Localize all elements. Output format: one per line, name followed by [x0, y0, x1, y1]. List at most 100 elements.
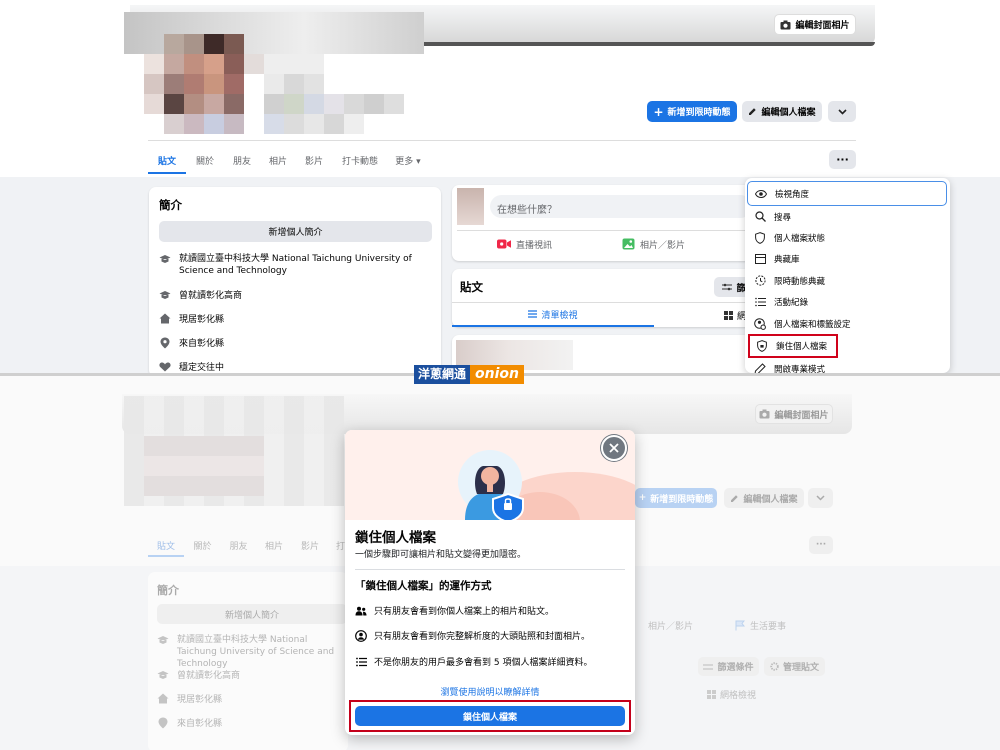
- menu-item-search[interactable]: 搜尋: [745, 206, 950, 227]
- bottom-intro-title: 簡介: [157, 584, 179, 597]
- grid-icon: [724, 311, 733, 320]
- plus-icon: +: [653, 104, 664, 119]
- bottom-dropdown-button[interactable]: [808, 488, 833, 508]
- bottom-more-button[interactable]: ···: [809, 536, 833, 554]
- bottom-intro-school-text: 曾就讀彰化高商: [177, 671, 241, 681]
- watermark-cn: 洋蔥網通: [414, 365, 471, 384]
- dialog-close-button[interactable]: [601, 435, 627, 461]
- dialog-point-details-text: 不是你朋友的用戶最多會看到 5 項個人檔案詳細資料。: [374, 658, 593, 668]
- list-view-tab[interactable]: 清單檢視: [452, 303, 654, 327]
- camera-icon: [759, 409, 770, 419]
- dialog-divider: [355, 569, 625, 570]
- bottom-intro-study: 就讀國立臺中科技大學 National Taichung University …: [157, 634, 347, 670]
- tab-more[interactable]: 更多 ▾: [388, 146, 428, 174]
- photo-icon: [622, 238, 635, 250]
- intro-item-relationship: 穩定交往中: [159, 360, 224, 373]
- bottom-tab-friends[interactable]: 朋友: [221, 531, 256, 557]
- sliders-icon: [703, 663, 714, 671]
- bottom-edit-cover-button[interactable]: 編輯封面相片: [755, 404, 833, 424]
- edit-cover-label: 編輯封面相片: [795, 21, 850, 31]
- menu-item-lock-profile[interactable]: 鎖住個人檔案: [748, 334, 838, 359]
- pencil-icon: [730, 494, 739, 503]
- profile-settings-icon: [754, 317, 766, 330]
- avatar: [124, 12, 424, 137]
- dialog-how-title: 「鎖住個人檔案」的運作方式: [355, 580, 492, 592]
- location-pin-icon: [157, 717, 169, 729]
- menu-label-profile-tag-settings: 個人檔案和標籤設定: [774, 319, 851, 330]
- menu-item-activity-log[interactable]: 活動紀錄: [745, 292, 950, 313]
- add-bio-button[interactable]: 新增個人簡介: [159, 221, 432, 242]
- bottom-intro-from-text: 來自彰化縣: [177, 719, 223, 729]
- menu-item-view-as[interactable]: 檢視角度: [747, 181, 947, 206]
- flag-icon: [735, 620, 745, 631]
- home-icon: [157, 693, 169, 705]
- composer-divider: [457, 230, 752, 231]
- composer-card: 在想些什麼？ 直播視訊 相片／影片: [452, 185, 752, 261]
- tab-friends[interactable]: 朋友: [224, 146, 260, 174]
- top-screenshot: 編輯封面相片 + 新增到限時動態 編輯個人檔案 貼文 關於 朋友 相片 影片 打…: [0, 0, 1000, 373]
- tab-checkins[interactable]: 打卡動態: [332, 146, 388, 174]
- bottom-tab-about[interactable]: 關於: [184, 531, 221, 557]
- bottom-tab-posts[interactable]: 貼文: [148, 531, 184, 557]
- help-center-link[interactable]: 瀏覽使用說明以瞭解詳情: [345, 685, 635, 698]
- bottom-grid-view[interactable]: 網格檢視: [707, 688, 756, 701]
- heart-icon: [159, 361, 171, 373]
- close-icon: [609, 443, 619, 453]
- profile-tabs: 貼文 關於 朋友 相片 影片 打卡動態 更多 ▾: [148, 146, 428, 174]
- bottom-intro-lives: 現居彰化縣: [157, 692, 222, 705]
- dialog-point-photos: 只有朋友會看到你個人檔案上的相片和貼文。: [355, 604, 554, 617]
- live-video-icon: [497, 239, 511, 249]
- shield-lock-icon: [756, 340, 768, 353]
- posts-card: 貼文 篩 清單檢視 網: [452, 269, 754, 327]
- sliders-icon: [722, 283, 733, 291]
- edit-cover-button[interactable]: 編輯封面相片: [774, 14, 856, 35]
- intro-item-school: 曾就讀彰化高商: [159, 288, 242, 301]
- bottom-avatar-pixels: [144, 436, 264, 496]
- menu-item-profile-tag-settings[interactable]: 個人檔案和標籤設定: [745, 313, 950, 334]
- menu-item-archive[interactable]: 典藏庫: [745, 249, 950, 270]
- bottom-photo-video: 相片／影片: [648, 622, 694, 632]
- intro-item-lives: 現居彰化縣: [159, 312, 224, 325]
- header-divider: [148, 140, 856, 141]
- composer-input[interactable]: 在想些什麼？: [490, 195, 752, 218]
- menu-item-story-archive[interactable]: 限時動態典藏: [745, 270, 950, 291]
- pencil-icon: [748, 107, 757, 116]
- bottom-tab-videos[interactable]: 影片: [292, 531, 328, 557]
- dialog-point-resolution-text: 只有朋友會看到你完整解析度的大頭貼照和封面相片。: [374, 632, 591, 642]
- menu-item-professional-mode[interactable]: 開啟專業模式: [745, 358, 950, 373]
- bottom-manage-posts-button[interactable]: 管理貼文: [764, 657, 825, 676]
- bottom-tab-photos[interactable]: 相片: [256, 531, 292, 557]
- intro-card: 簡介 新增個人簡介 就讀國立臺中科技大學 National Taichung U…: [149, 187, 441, 373]
- chevron-down-icon: [816, 495, 825, 501]
- grid-icon: [707, 690, 716, 699]
- live-video-button[interactable]: 直播視訊: [497, 236, 552, 252]
- bottom-add-story-button[interactable]: + 新增到限時動態: [635, 488, 717, 508]
- intro-study-text: 就讀國立臺中科技大學 National Taichung University …: [179, 254, 412, 276]
- menu-label-archive: 典藏庫: [774, 255, 800, 266]
- photo-video-label: 相片／影片: [640, 240, 686, 251]
- list-bullets-icon: [754, 296, 766, 308]
- profile-more-dropdown-button[interactable]: [828, 101, 856, 122]
- lock-profile-confirm-button[interactable]: 鎖住個人檔案: [355, 706, 625, 726]
- edit-profile-button[interactable]: 編輯個人檔案: [742, 101, 822, 122]
- photo-video-button[interactable]: 相片／影片: [622, 236, 685, 252]
- bottom-edit-profile-button[interactable]: 編輯個人檔案: [724, 488, 804, 508]
- bottom-manage-posts-label: 管理貼文: [782, 663, 819, 673]
- lock-profile-dialog: 鎖住個人檔案 一個步驟即可讓相片和貼文變得更加隱密。 「鎖住個人檔案」的運作方式…: [345, 430, 635, 735]
- gear-icon: [770, 662, 779, 671]
- bottom-filter-button[interactable]: 篩選條件: [698, 657, 759, 676]
- tabs-more-options-button[interactable]: ···: [829, 150, 856, 169]
- add-to-story-button[interactable]: + 新增到限時動態: [647, 101, 737, 122]
- tab-about[interactable]: 關於: [186, 146, 224, 174]
- tab-photos[interactable]: 相片: [260, 146, 296, 174]
- grid-view-tab[interactable]: 網: [724, 309, 746, 322]
- tab-videos[interactable]: 影片: [296, 146, 332, 174]
- intro-item-study: 就讀國立臺中科技大學 National Taichung University …: [159, 253, 439, 277]
- menu-item-profile-status[interactable]: 個人檔案狀態: [745, 227, 950, 248]
- plus-icon: +: [638, 493, 647, 503]
- bottom-add-bio-button[interactable]: 新增個人簡介: [157, 604, 347, 624]
- intro-relationship-text: 穩定交往中: [179, 363, 225, 373]
- graduation-cap-icon: [159, 289, 171, 301]
- tab-posts[interactable]: 貼文: [148, 146, 186, 174]
- professional-mode-icon: [754, 363, 766, 373]
